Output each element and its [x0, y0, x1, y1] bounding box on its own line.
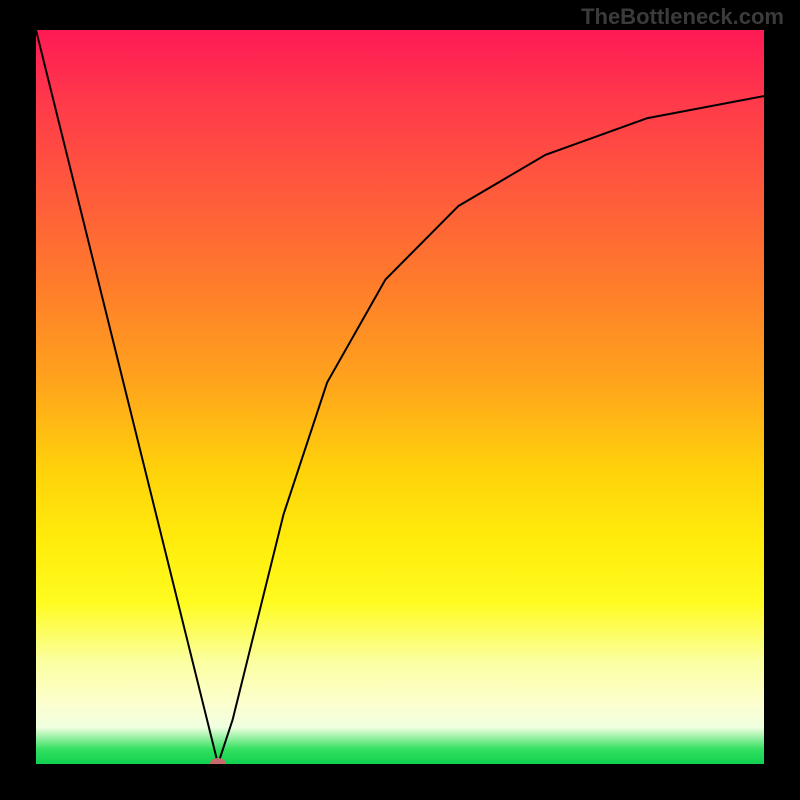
watermark-text: TheBottleneck.com [581, 4, 784, 30]
curve-layer [36, 30, 764, 764]
bottleneck-curve [36, 30, 764, 764]
chart-frame: TheBottleneck.com [0, 0, 800, 800]
plot-area [36, 30, 764, 764]
min-marker [210, 758, 226, 764]
